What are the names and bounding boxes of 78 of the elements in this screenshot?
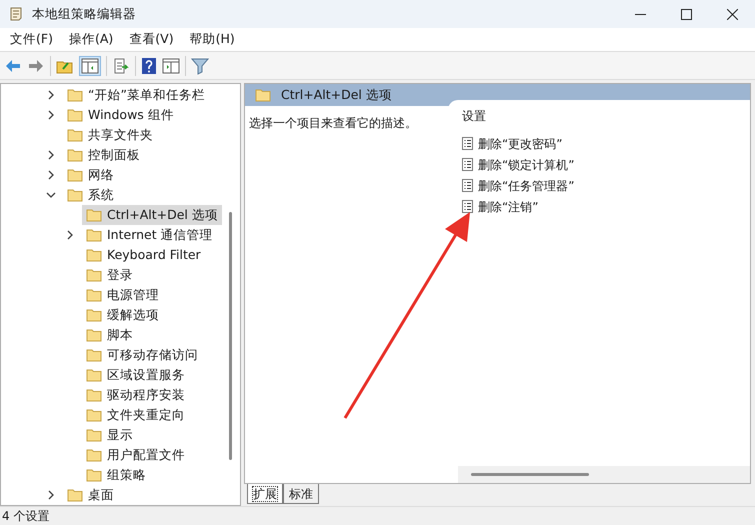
folder-icon	[86, 248, 102, 262]
description-text: 选择一个项目来查看它的描述。	[249, 116, 417, 130]
folder-icon	[255, 88, 271, 102]
folder-icon	[67, 88, 83, 102]
folder-icon	[67, 148, 83, 162]
tree-item[interactable]: 可移动存储访问	[82, 345, 202, 365]
policy-icon	[462, 137, 473, 150]
tree-item[interactable]: Internet 通信管理	[82, 225, 217, 245]
chevron-down-icon[interactable]	[46, 190, 56, 200]
tree-item[interactable]: Keyboard Filter	[82, 245, 205, 265]
folder-icon	[86, 228, 102, 242]
tree-item[interactable]: 桌面	[63, 485, 118, 505]
folder-icon	[67, 168, 83, 182]
chevron-right-icon[interactable]	[46, 150, 56, 160]
tree-item[interactable]: 脚本	[82, 325, 137, 345]
folder-icon	[86, 388, 102, 402]
chevron-right-icon[interactable]	[46, 110, 56, 120]
tree-item[interactable]: 用户配置文件	[82, 445, 189, 465]
tree-item[interactable]: 缓解选项	[82, 305, 163, 325]
chevron-right-icon[interactable]	[65, 230, 75, 240]
folder-icon	[86, 468, 102, 482]
policy-icon	[462, 200, 473, 213]
tree-item[interactable]: “开始”菜单和任务栏	[63, 85, 209, 105]
tree-item[interactable]: 登录	[82, 265, 137, 285]
tree-item[interactable]: 文件夹重定向	[82, 405, 189, 425]
policy-icon	[462, 158, 473, 171]
tree-item[interactable]: Windows 组件	[63, 105, 178, 125]
folder-icon	[67, 188, 83, 202]
folder-icon	[86, 268, 102, 282]
folder-icon	[86, 448, 102, 462]
folder-icon	[86, 208, 102, 222]
chevron-right-icon[interactable]	[46, 490, 56, 500]
folder-icon	[86, 288, 102, 302]
setting-item[interactable]: 删除“锁定计算机”	[462, 154, 750, 175]
setting-item[interactable]: 删除“更改密码”	[462, 133, 750, 154]
tree-item[interactable]: Ctrl+Alt+Del 选项	[82, 205, 222, 225]
panel-view-icon[interactable]	[162, 56, 180, 74]
menu-item[interactable]: 查看(V)	[123, 30, 180, 49]
scrollbar-thumb[interactable]	[471, 473, 589, 476]
window-title: 本地组策略编辑器	[32, 4, 136, 23]
policy-icon	[462, 179, 473, 192]
folder-icon	[86, 328, 102, 342]
tree-item[interactable]: 驱动程序安装	[82, 385, 189, 405]
folder-icon	[86, 408, 102, 422]
folder-icon	[86, 428, 102, 442]
folder-icon	[67, 488, 83, 502]
tree-item[interactable]: 控制面板	[63, 145, 144, 165]
status-text: 4 个设置	[2, 508, 50, 525]
tree-item[interactable]: 网络	[63, 165, 118, 185]
tree-item[interactable]: 区域设置服务	[82, 365, 189, 385]
tree-item[interactable]: 共享文件夹	[63, 125, 157, 145]
column-heading: 设置	[462, 108, 487, 125]
setting-item[interactable]: 删除“任务管理器”	[462, 175, 750, 196]
menu-item[interactable]: 文件(F)	[4, 30, 59, 49]
filter-icon[interactable]	[191, 56, 209, 74]
folder-icon	[86, 348, 102, 362]
export-list-icon[interactable]	[112, 56, 130, 74]
chevron-right-icon[interactable]	[46, 170, 56, 180]
folder-icon	[86, 368, 102, 382]
tree-item[interactable]: 组策略	[82, 465, 150, 485]
help-icon[interactable]	[141, 56, 157, 74]
folder-icon	[86, 308, 102, 322]
scrollbar-thumb[interactable]	[229, 212, 232, 460]
chevron-right-icon[interactable]	[46, 90, 56, 100]
show-tree-icon[interactable]	[79, 56, 101, 76]
setting-item[interactable]: 删除“注销”	[462, 196, 750, 217]
tree-item[interactable]: 电源管理	[82, 285, 163, 305]
folder-icon	[67, 128, 83, 142]
tab[interactable]: 扩展	[247, 484, 283, 504]
menu-item[interactable]: 操作(A)	[62, 30, 120, 49]
close-icon	[726, 8, 738, 20]
tree-item[interactable]: 系统	[63, 185, 118, 205]
scroll-icon	[8, 6, 24, 22]
tab[interactable]: 标准	[283, 484, 319, 504]
tree-item[interactable]: 显示	[82, 425, 137, 445]
maximize-icon	[680, 8, 692, 20]
folder-icon	[67, 108, 83, 122]
menu-item[interactable]: 帮助(H)	[184, 30, 241, 49]
